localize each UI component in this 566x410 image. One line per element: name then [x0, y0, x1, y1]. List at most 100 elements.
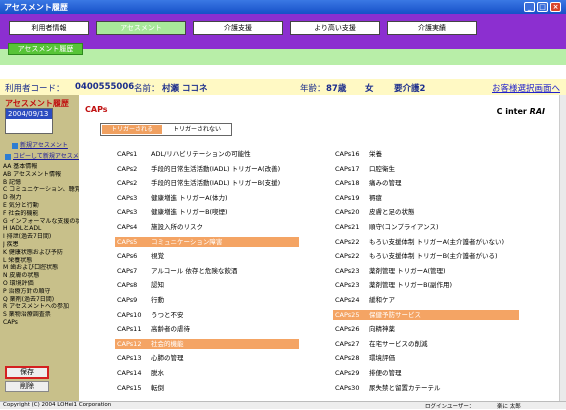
user-age: 87歳 — [326, 84, 347, 94]
caps-item[interactable]: CAPs24 緩和ケア — [333, 295, 519, 305]
caps-item[interactable]: CAPs11 高齢者の虐待 — [115, 324, 299, 334]
caps-label: 心肺の管理 — [151, 354, 184, 363]
cinter-rai-logo: C inter RAI — [497, 107, 545, 116]
assessment-section-item[interactable]: K 健康状態および予防 — [3, 249, 79, 257]
caps-label: 皮膚と足の状態 — [369, 208, 415, 217]
caps-code: CAPs23 — [335, 266, 360, 275]
top-navigation: 利用者情報 アセスメント 介護支援 より高い支援 介護実績 アセスメント履歴 — [0, 14, 566, 65]
caps-code: CAPs7 — [117, 266, 138, 275]
caps-item[interactable]: CAPs3 健康増進 トリガーB(喫煙) — [115, 207, 299, 217]
caps-item[interactable]: CAPs19 褥瘡 — [333, 193, 519, 203]
new-assessment-link[interactable]: 新規アセスメント — [12, 140, 68, 149]
assessment-section-item[interactable]: B 記憶 — [3, 179, 79, 187]
caps-item[interactable]: CAPs14 脱水 — [115, 368, 299, 378]
nav-advanced-support[interactable]: より高い支援 — [290, 21, 380, 35]
caps-item[interactable]: CAPs29 排便の管理 — [333, 368, 519, 378]
caps-item[interactable]: CAPs10 うつと不安 — [115, 310, 299, 320]
save-button[interactable]: 保存 — [5, 366, 49, 379]
assessment-section-item[interactable]: E 気分と行動 — [3, 202, 79, 210]
caps-item[interactable]: CAPs2 手段的日常生活活動(IADL) トリガーA(改善) — [115, 164, 299, 174]
caps-item[interactable]: CAPs16 栄養 — [333, 149, 519, 159]
assessment-section-item[interactable]: P 治療方針の順守 — [3, 288, 79, 296]
caps-label: ADL/リハビリテーションの可能性 — [151, 150, 251, 158]
assessment-section-item[interactable]: L 栄養状態 — [3, 257, 79, 265]
caps-code: CAPs2 — [117, 164, 138, 173]
assessment-section-item[interactable]: N 皮膚の状態 — [3, 272, 79, 280]
caps-item[interactable]: CAPs18 痛みの管理 — [333, 178, 519, 188]
caps-item-triggered[interactable]: CAPs5 コミュニケーション障害 — [115, 236, 299, 247]
nav-care-results[interactable]: 介護実績 — [387, 21, 477, 35]
toggle-triggered[interactable]: トリガーされる — [102, 125, 162, 134]
assessment-section-item[interactable]: H IADLとADL — [3, 225, 79, 233]
caps-item[interactable]: CAPs3 健康増進 トリガーA(体力) — [115, 193, 299, 203]
toggle-not-triggered[interactable]: トリガーされない — [167, 125, 227, 134]
trigger-filter-toggle[interactable]: トリガーされる トリガーされない — [100, 123, 232, 136]
caps-item[interactable]: CAPs22 もろい支援体制 トリガーA(主介護者がいない) — [333, 237, 519, 247]
assessment-history-button[interactable]: アセスメント履歴 — [8, 43, 83, 55]
caps-item[interactable]: CAPs4 施設入所のリスク — [115, 222, 299, 232]
caps-label: 緩和ケア — [369, 296, 395, 304]
caps-item[interactable]: CAPs7 アルコール 依存と危険な飲酒 — [115, 266, 299, 276]
caps-item[interactable]: CAPs27 在宅サービスの削減 — [333, 339, 519, 349]
assessment-section-item[interactable]: J 疾患 — [3, 241, 79, 249]
assessment-section-item[interactable]: C コミュニケーション、聴覚 — [3, 186, 79, 194]
caps-item[interactable]: CAPs2 手段的日常生活活動(IADL) トリガーB(支援) — [115, 178, 299, 188]
caps-label: 向精神薬 — [369, 325, 395, 334]
caps-item[interactable]: CAPs30 尿失禁と留置カテーテル — [333, 383, 519, 393]
caps-code: CAPs19 — [335, 193, 360, 202]
assessment-section-item[interactable]: F 社会的機能 — [3, 210, 79, 218]
history-list[interactable]: 2004/09/13 — [5, 108, 53, 134]
assessment-section-item[interactable]: CAPs — [3, 319, 79, 327]
window-titlebar: アセスメント履歴 _ □ × — [0, 0, 566, 14]
caps-label: うつと不安 — [151, 310, 184, 319]
caps-label: 手段的日常生活活動(IADL) トリガーB(支援) — [151, 179, 281, 188]
caps-item[interactable]: CAPs6 視覚 — [115, 251, 299, 261]
close-icon[interactable]: × — [550, 2, 561, 12]
maximize-icon[interactable]: □ — [537, 2, 548, 12]
assessment-section-item[interactable]: S 薬物治療調査票 — [3, 311, 79, 319]
nav-assessment[interactable]: アセスメント — [96, 21, 186, 35]
assessment-section-item[interactable]: M 歯および口腔状態 — [3, 264, 79, 272]
caps-item[interactable]: CAPs23 薬剤管理 トリガーB(副作用) — [333, 280, 519, 290]
caps-item[interactable]: CAPs15 転倒 — [115, 383, 299, 393]
minimize-icon[interactable]: _ — [524, 2, 535, 12]
caps-item[interactable]: CAPs17 口腔衛生 — [333, 164, 519, 174]
caps-item[interactable]: CAPs23 薬剤管理 トリガーA(管理) — [333, 266, 519, 276]
caps-item[interactable]: CAPs1 ADL/リハビリテーションの可能性 — [115, 149, 299, 159]
caps-item-triggered[interactable]: CAPs25 保健予防サービス — [333, 309, 519, 320]
window-title: アセスメント履歴 — [4, 3, 68, 12]
assessment-section-item[interactable]: G インフォーマルな支援の状況 — [3, 218, 79, 226]
caps-item[interactable]: CAPs13 心肺の管理 — [115, 353, 299, 363]
caps-item[interactable]: CAPs21 順守(コンプライアンス) — [333, 222, 519, 232]
caps-item[interactable]: CAPs9 行動 — [115, 295, 299, 305]
history-date-item[interactable]: 2004/09/13 — [6, 109, 52, 119]
caps-code: CAPs30 — [335, 383, 360, 392]
customer-select-link[interactable]: お客様選択画面へ — [492, 82, 560, 94]
vertical-scrollbar[interactable] — [559, 95, 566, 401]
copy-new-assessment-link[interactable]: コピーして新規アセスメント — [5, 151, 91, 160]
assessment-section-item[interactable]: AB アセスメント情報 — [3, 171, 79, 179]
caps-item-triggered[interactable]: CAPs12 社会的機能 — [115, 338, 299, 349]
caps-label: 社会的機能 — [151, 339, 184, 348]
caps-code: CAPs5 — [117, 237, 138, 246]
caps-item[interactable]: CAPs28 環境評価 — [333, 353, 519, 363]
assessment-section-item[interactable]: I 排泄(過去7日間) — [3, 233, 79, 241]
assessment-section-item[interactable]: Q 薬剤(過去7日間) — [3, 296, 79, 304]
caps-code: CAPs13 — [117, 354, 142, 363]
assessment-section-item[interactable]: R アセスメントへの参加 — [3, 303, 79, 311]
caps-item[interactable]: CAPs26 向精神薬 — [333, 324, 519, 334]
age-label: 年齢： — [300, 84, 326, 94]
nav-user-info[interactable]: 利用者情報 — [9, 21, 89, 35]
assessment-section-item[interactable]: O 環境評価 — [3, 280, 79, 288]
assessment-section-item[interactable]: D 視力 — [3, 194, 79, 202]
nav-care-support[interactable]: 介護支援 — [193, 21, 283, 35]
delete-button[interactable]: 削除 — [5, 381, 49, 392]
caps-label: 痛みの管理 — [369, 179, 402, 188]
caps-item[interactable]: CAPs20 皮膚と足の状態 — [333, 207, 519, 217]
caps-label: 褥瘡 — [369, 193, 382, 202]
caps-item[interactable]: CAPs22 もろい支援体制 トリガーB(主介護者がいる) — [333, 251, 519, 261]
caps-item[interactable]: CAPs8 認知 — [115, 280, 299, 290]
assessment-section-item[interactable]: AA 基本情報 — [3, 163, 79, 171]
caps-label: 脱水 — [151, 369, 164, 377]
caps-panel: CAPs C inter RAI トリガーされる トリガーされない CAPs1 A… — [79, 95, 559, 401]
